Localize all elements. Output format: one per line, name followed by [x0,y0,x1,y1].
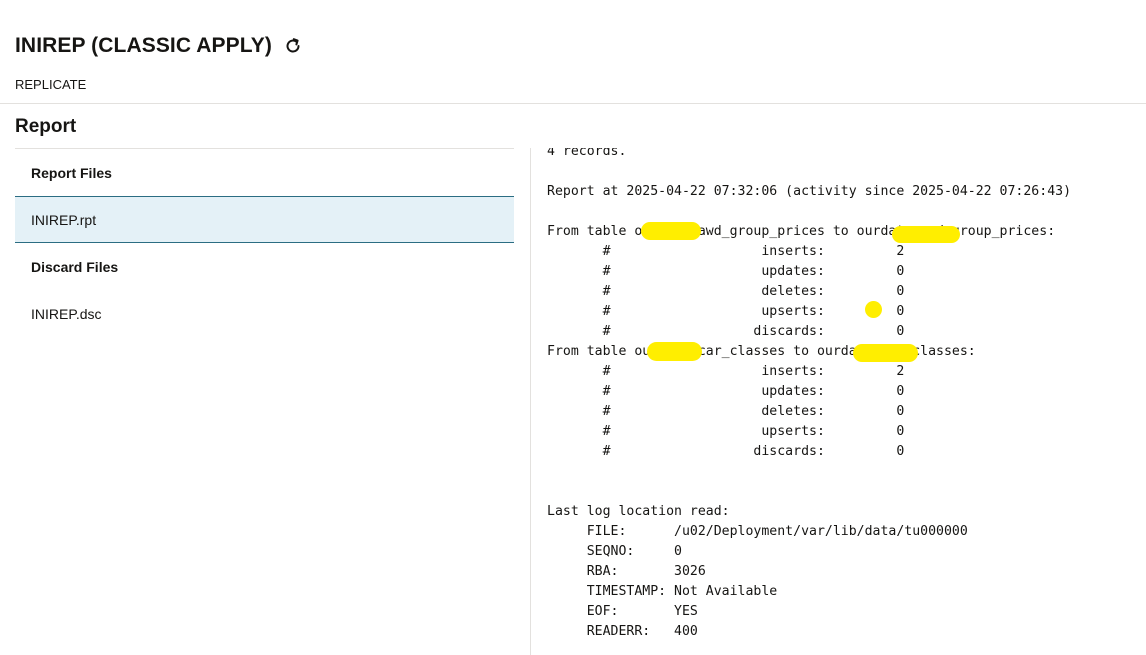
discard-file-item[interactable]: INIREP.dsc [15,290,514,337]
report-line: # discards: 0 [547,324,905,339]
report-file-item[interactable]: INIREP.rpt [15,196,514,243]
report-line: EOF: YES [547,604,698,619]
header-divider [0,103,1146,104]
report-line [547,482,1071,502]
page-title: INIREP (CLASSIC APPLY) [15,34,272,57]
redaction-mark [892,226,960,243]
report-line: # deletes: 0 [547,284,905,299]
report-line: TIMESTAMP: Not Available [547,584,778,599]
report-line: Last log location read: [547,504,730,519]
report-line: From table ourdata.car_classes to ourdat… [547,344,976,359]
report-line: # inserts: 2 [547,244,905,259]
report-line [547,202,1071,222]
redaction-mark [641,222,701,240]
report-line: # updates: 0 [547,264,905,279]
report-line: Report at 2025-04-22 07:32:06 (activity … [547,184,1072,199]
report-line: # updates: 0 [547,384,905,399]
report-line: # upserts: 0 [547,424,905,439]
report-line: SEQNO: 0 [547,544,682,559]
report-line: 4 records. [547,148,627,159]
refresh-icon[interactable] [282,35,304,57]
redaction-mark [647,342,702,361]
redaction-mark [865,301,882,318]
process-type-label: REPLICATE [15,77,87,92]
report-content: 4 records. Report at 2025-04-22 07:32:06… [547,148,1071,642]
redaction-mark [853,344,918,362]
section-title: Report [15,116,77,137]
report-line: FILE: /u02/Deployment/var/lib/data/tu000… [547,524,968,539]
report-files-header: Report Files [31,164,112,181]
report-viewer[interactable]: 4 records. Report at 2025-04-22 07:32:06… [531,148,1146,655]
report-line: # deletes: 0 [547,404,905,419]
report-line: RBA: 3026 [547,564,706,579]
report-line: READERR: 400 [547,624,698,639]
report-line [547,162,1071,182]
report-line [547,462,1071,482]
file-list-panel: Report Files INIREP.rpt Discard Files IN… [15,148,514,337]
report-line: # upserts: 0 [547,304,905,319]
discard-files-header: Discard Files [31,258,119,275]
report-line: # inserts: 2 [547,364,905,379]
report-line: # discards: 0 [547,444,905,459]
title-row: INIREP (CLASSIC APPLY) [15,31,304,61]
report-line: From table ourdata.awd_group_prices to o… [547,224,1056,239]
